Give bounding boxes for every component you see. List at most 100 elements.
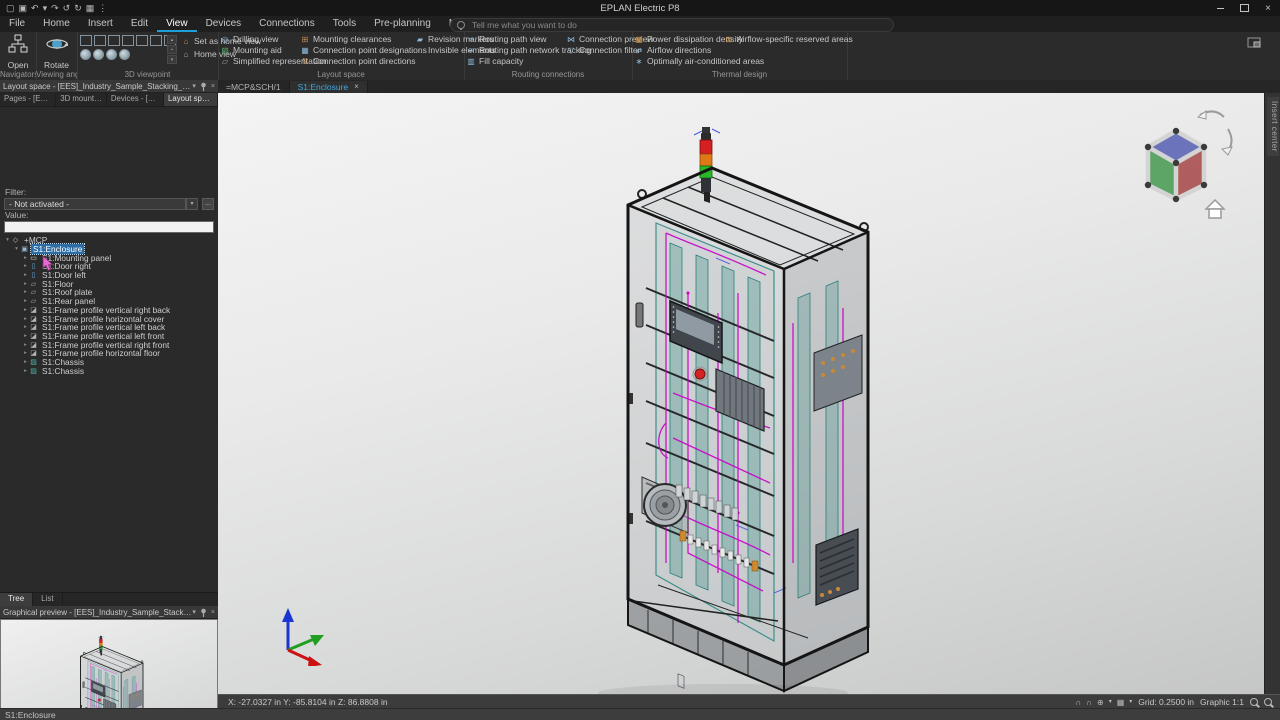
new-page-icon[interactable]: ▢ bbox=[6, 0, 15, 16]
collapse-icon[interactable]: ▸ bbox=[22, 342, 29, 348]
redo-icon[interactable]: ↷ bbox=[51, 0, 59, 16]
snap-off-icon[interactable]: ∩ bbox=[1086, 698, 1092, 707]
globe-icon[interactable]: ⊕ bbox=[1097, 698, 1104, 707]
viewpoint-cube-button[interactable] bbox=[136, 35, 148, 46]
tree-item-s1-floor[interactable]: ▸▱S1:Floor bbox=[0, 279, 218, 288]
menu-insert[interactable]: Insert bbox=[79, 16, 122, 32]
viewpoint-orb-button[interactable] bbox=[106, 49, 117, 60]
viewpoint-cube-button[interactable] bbox=[94, 35, 106, 46]
tree-item-s1-mounting-panel[interactable]: ▸▭S1:Mounting panel bbox=[0, 253, 218, 262]
close-button[interactable]: × bbox=[1256, 0, 1280, 16]
doc-tab-s1-enclosure[interactable]: S1:Enclosure× bbox=[290, 81, 368, 93]
insert-center-tab[interactable]: Insert center bbox=[1267, 97, 1279, 156]
dropdown-icon[interactable]: ▾ bbox=[192, 82, 196, 90]
zoom-in-icon[interactable] bbox=[1250, 698, 1258, 706]
dock-tab-3d-mounting[interactable]: 3D mounting lay... bbox=[56, 93, 107, 106]
caret-icon[interactable]: ▾ bbox=[1109, 698, 1112, 707]
doc-tab-mcp-sch-1[interactable]: =MCP&SCH/1 bbox=[218, 81, 290, 93]
menu-file[interactable]: File bbox=[0, 16, 34, 32]
fill-capacity-button[interactable]: ▥Fill capacity bbox=[466, 56, 591, 66]
close-panel-icon[interactable]: × bbox=[211, 83, 215, 90]
collapse-icon[interactable]: ▸ bbox=[22, 281, 29, 287]
collapse-icon[interactable]: ▸ bbox=[22, 316, 29, 322]
filter-more-button[interactable]: ... bbox=[202, 198, 214, 210]
menu-edit[interactable]: Edit bbox=[122, 16, 157, 32]
viewpoint-scroll-button[interactable]: ▾ bbox=[167, 55, 177, 64]
more-icon[interactable]: ⋮ bbox=[98, 0, 107, 16]
filter-dropdown-icon[interactable]: ▾ bbox=[186, 198, 198, 210]
close-tab-icon[interactable]: × bbox=[354, 81, 359, 93]
viewpoint-cube-button[interactable] bbox=[150, 35, 162, 46]
view-navigation-cube[interactable] bbox=[1136, 103, 1236, 223]
collapse-icon[interactable]: ▸ bbox=[22, 350, 29, 356]
snap-on-icon[interactable]: ∩ bbox=[1075, 698, 1081, 707]
viewpoint-scroll-button[interactable]: ▪ bbox=[167, 45, 177, 54]
collapse-icon[interactable]: ▸ bbox=[22, 324, 29, 330]
search-box[interactable] bbox=[450, 18, 894, 32]
view-tab-tree[interactable]: Tree bbox=[0, 593, 33, 606]
collapse-icon[interactable]: ▸ bbox=[22, 255, 29, 261]
dropdown-icon[interactable]: ▾ bbox=[192, 608, 196, 616]
graphic-scale-indicator[interactable]: Graphic 1:1 bbox=[1200, 697, 1244, 707]
viewpoint-scroll-button[interactable]: ▴ bbox=[167, 35, 177, 44]
collapse-icon[interactable]: ▸ bbox=[22, 289, 29, 295]
collapse-icon[interactable]: ▸ bbox=[22, 272, 29, 278]
tree-item-s1-chassis[interactable]: ▸▨S1:Chassis bbox=[0, 358, 218, 367]
expanded-icon[interactable]: ▾ bbox=[4, 237, 11, 243]
rotate-button[interactable]: Rotate bbox=[36, 34, 77, 70]
grid-toggle-icon[interactable]: ▦ bbox=[1117, 698, 1125, 707]
viewpoint-cube-button[interactable] bbox=[122, 35, 134, 46]
interface-window-icon[interactable] bbox=[1246, 36, 1262, 50]
dock-tab-devices-e[interactable]: Devices - [EES]_In... bbox=[107, 93, 164, 106]
collapse-icon[interactable]: ▸ bbox=[22, 368, 29, 374]
menu-pre-planning[interactable]: Pre-planning bbox=[365, 16, 440, 32]
pin-icon[interactable] bbox=[200, 82, 207, 91]
menu-connections[interactable]: Connections bbox=[250, 16, 324, 32]
tree-item-s1-chassis[interactable]: ▸▨S1:Chassis bbox=[0, 366, 218, 375]
tree-item-s1-frame-profile-horizontal-floor[interactable]: ▸◪S1:Frame profile horizontal floor bbox=[0, 349, 218, 358]
expanded-icon[interactable]: ▾ bbox=[13, 246, 20, 252]
zoom-out-icon[interactable] bbox=[1264, 698, 1272, 706]
viewpoint-cube-button[interactable] bbox=[108, 35, 120, 46]
preview-header[interactable]: Graphical preview - [EES]_Industry_Sampl… bbox=[0, 606, 218, 619]
search-input[interactable] bbox=[470, 19, 887, 31]
filter-combobox[interactable]: - Not activated - bbox=[4, 198, 186, 210]
viewpoint-orb-button[interactable] bbox=[93, 49, 104, 60]
home-view-icon[interactable] bbox=[1206, 200, 1224, 218]
viewpoint-orb-button[interactable] bbox=[80, 49, 91, 60]
minimize-button[interactable] bbox=[1208, 0, 1232, 16]
connection-point-directions-button[interactable]: ⇅Connection point directions bbox=[300, 56, 427, 66]
viewpoint-cube-button[interactable] bbox=[80, 35, 92, 46]
menu-home[interactable]: Home bbox=[34, 16, 79, 32]
grid-size-indicator[interactable]: Grid: 0.2500 in bbox=[1138, 697, 1194, 707]
menu-tools[interactable]: Tools bbox=[324, 16, 365, 32]
history-forward-icon[interactable]: ↻ bbox=[74, 0, 82, 16]
dock-tab-pages-ees[interactable]: Pages - [EES]_Ind... bbox=[0, 93, 56, 106]
optimally-air-conditioned-areas-button[interactable]: ∗Optimally air-conditioned areas bbox=[634, 56, 764, 66]
collapse-icon[interactable]: ▸ bbox=[22, 359, 29, 365]
airflow-specific-reserved-areas-button[interactable]: ⊠Airflow-specific reserved areas bbox=[724, 34, 853, 44]
restore-button[interactable] bbox=[1232, 0, 1256, 16]
tree-item-s1-door-left[interactable]: ▸▯S1:Door left bbox=[0, 271, 218, 280]
close-panel-icon[interactable]: × bbox=[211, 609, 215, 616]
collapse-icon[interactable]: ▸ bbox=[22, 307, 29, 313]
tree-item-s1-door-right[interactable]: ▸▯S1:Door right bbox=[0, 262, 218, 271]
history-back-icon[interactable]: ↺ bbox=[63, 0, 71, 16]
collapse-icon[interactable]: ▸ bbox=[22, 263, 29, 269]
airflow-directions-button[interactable]: ⇄Airflow directions bbox=[634, 45, 764, 55]
collapse-icon[interactable]: ▸ bbox=[22, 333, 29, 339]
tree-item-s1-roof-plate[interactable]: ▸▱S1:Roof plate bbox=[0, 288, 218, 297]
value-input[interactable] bbox=[4, 221, 214, 233]
3d-viewport[interactable] bbox=[218, 93, 1264, 694]
view-tab-list[interactable]: List bbox=[33, 593, 62, 606]
viewpoint-orb-button[interactable] bbox=[119, 49, 130, 60]
menu-view[interactable]: View bbox=[157, 16, 197, 32]
caret-icon[interactable]: ▾ bbox=[1129, 698, 1132, 707]
navigator-header[interactable]: Layout space - [EES]_Industry_Sample_Sta… bbox=[0, 80, 218, 93]
undo-icon[interactable]: ↶ bbox=[31, 0, 39, 16]
enclosure-3d-model[interactable] bbox=[218, 93, 1264, 694]
menu-devices[interactable]: Devices bbox=[197, 16, 251, 32]
open-button[interactable]: Open bbox=[0, 34, 36, 70]
mounting-clearances-button[interactable]: ⊞Mounting clearances bbox=[300, 34, 427, 44]
undo-menu-icon[interactable]: ▾ bbox=[43, 0, 48, 16]
